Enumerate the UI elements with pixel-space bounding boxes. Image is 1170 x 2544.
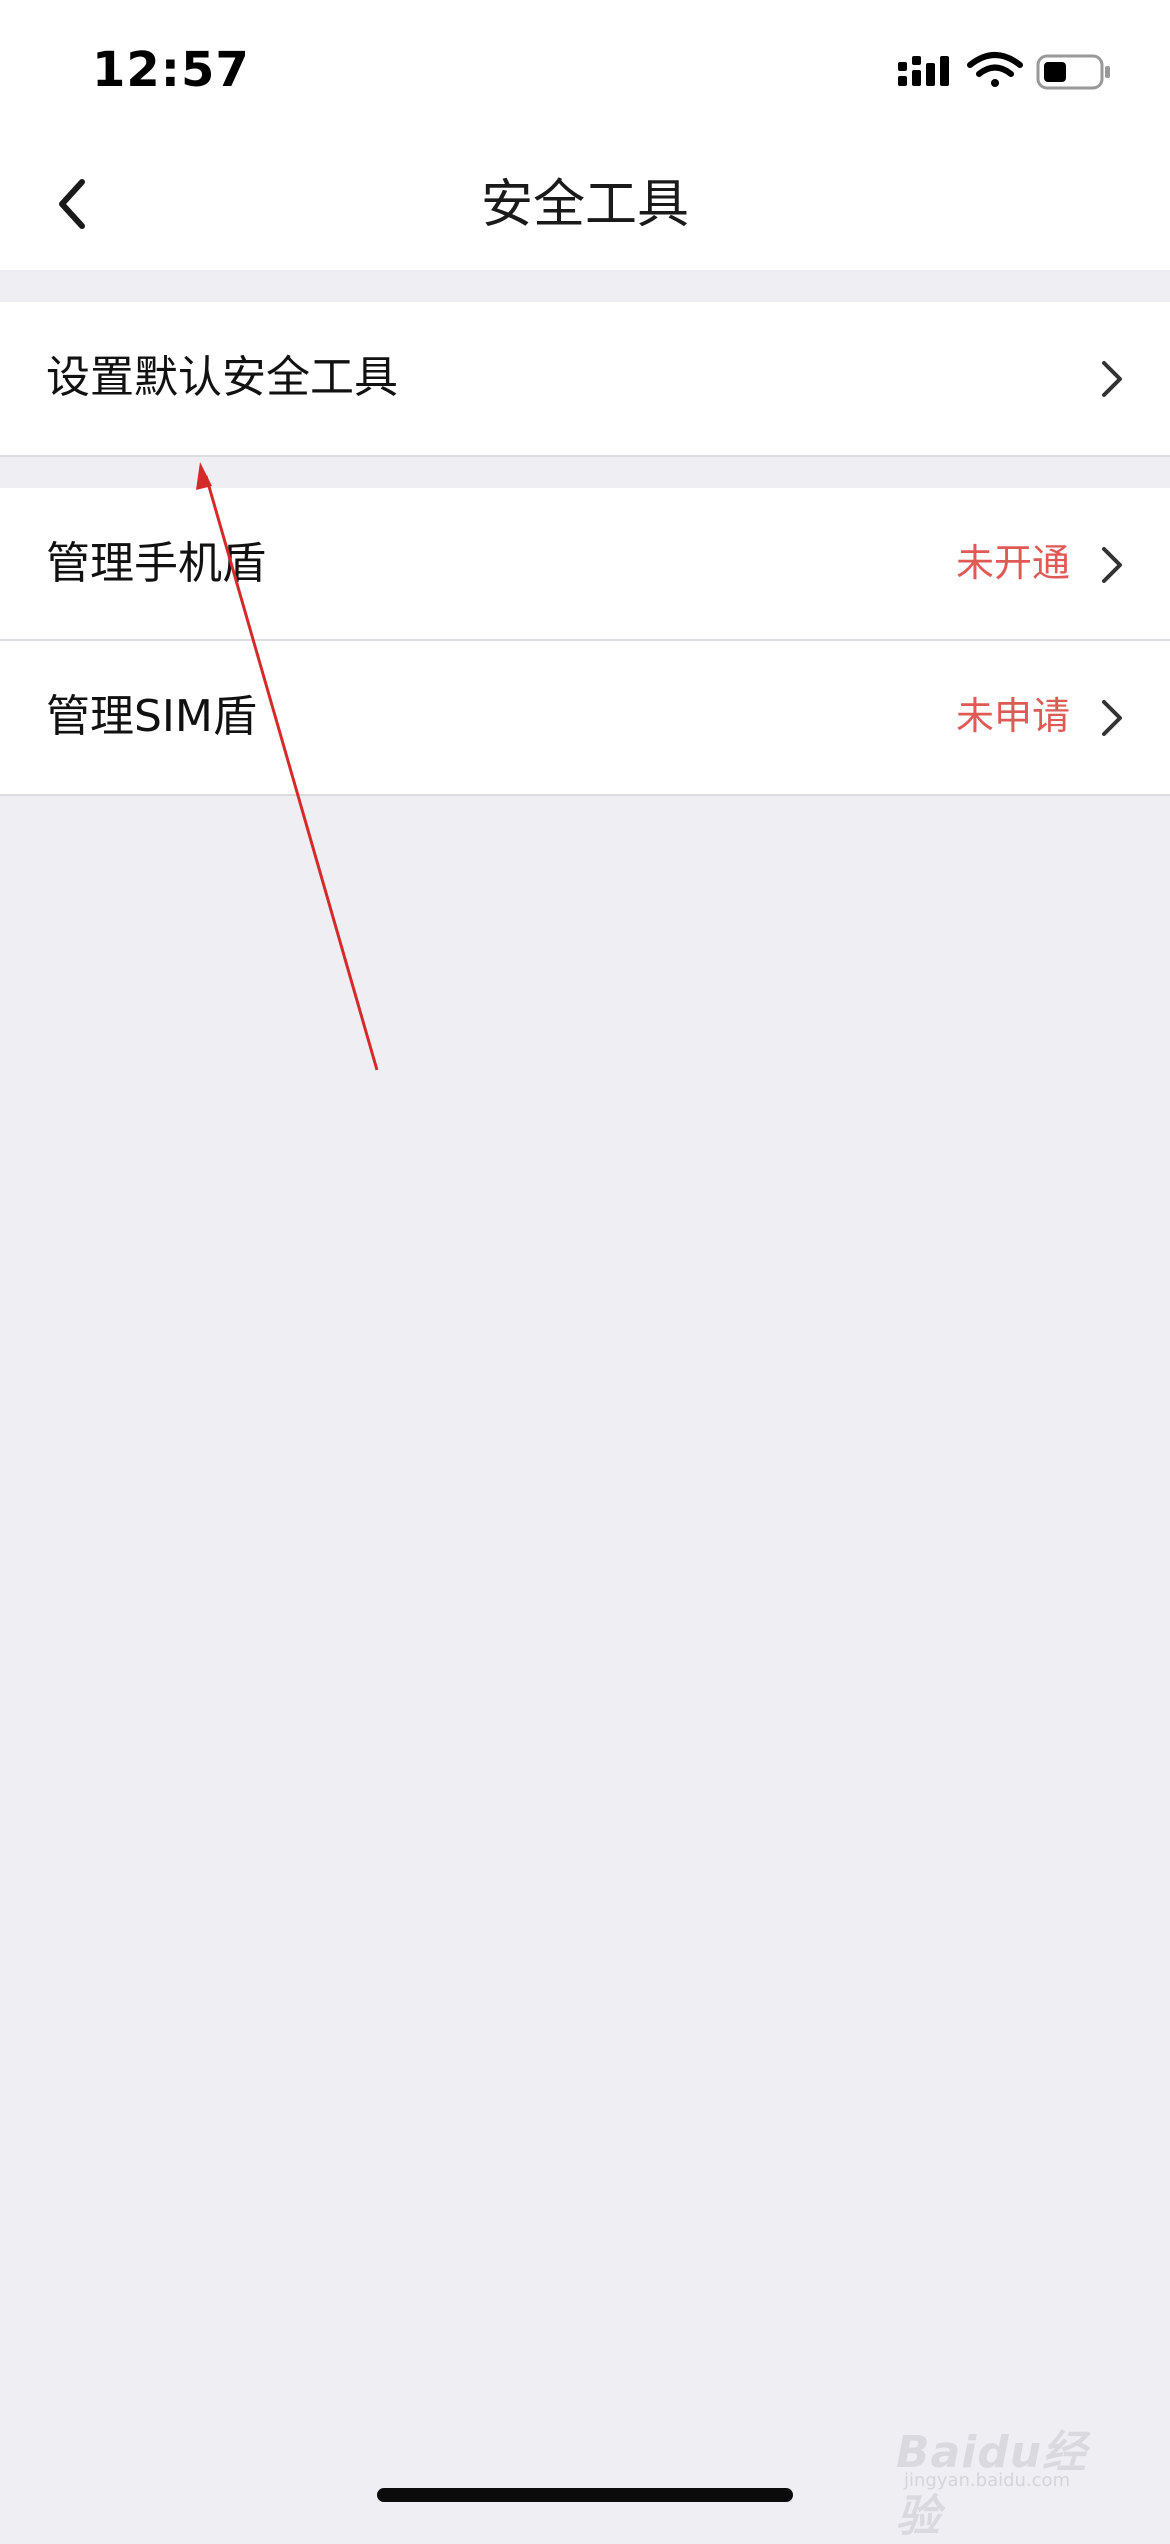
row-manage-sim-shield[interactable]: 管理SIM盾 未申请	[0, 641, 1170, 796]
status-icons	[896, 50, 1116, 98]
chevron-right-icon	[1102, 700, 1122, 736]
chevron-right-icon	[1102, 547, 1122, 583]
nav-bar: 安全工具	[0, 140, 1170, 270]
row-label: 管理SIM盾	[46, 691, 257, 742]
chevron-right-icon	[1102, 361, 1122, 397]
wifi-icon	[967, 52, 1023, 87]
back-button[interactable]	[36, 168, 108, 240]
settings-group-default-tool: 设置默认安全工具	[0, 302, 1170, 457]
status-bar: 12:57	[0, 0, 1170, 140]
row-label: 设置默认安全工具	[46, 352, 398, 403]
status-text: 未申请	[955, 694, 1070, 738]
status-icons-svg	[898, 52, 1110, 90]
row-set-default-security-tool[interactable]: 设置默认安全工具	[0, 302, 1170, 457]
chevron-left-icon	[59, 179, 85, 229]
settings-group-shields: 管理手机盾 未开通 管理SIM盾 未申请	[0, 488, 1170, 796]
battery-icon	[1036, 54, 1110, 90]
status-time: 12:57	[92, 42, 250, 98]
watermark-sub: jingyan.baidu.com	[904, 2470, 1071, 2491]
row-label: 管理手机盾	[46, 538, 266, 589]
row-manage-phone-shield[interactable]: 管理手机盾 未开通	[0, 488, 1170, 641]
status-text: 未开通	[955, 541, 1070, 585]
cellular-signal-icon	[898, 56, 949, 86]
home-indicator[interactable]	[377, 2488, 793, 2502]
watermark-logo: Baidu经验 jingyan.baidu.com	[896, 2404, 1106, 2542]
page-title: 安全工具	[480, 175, 689, 235]
